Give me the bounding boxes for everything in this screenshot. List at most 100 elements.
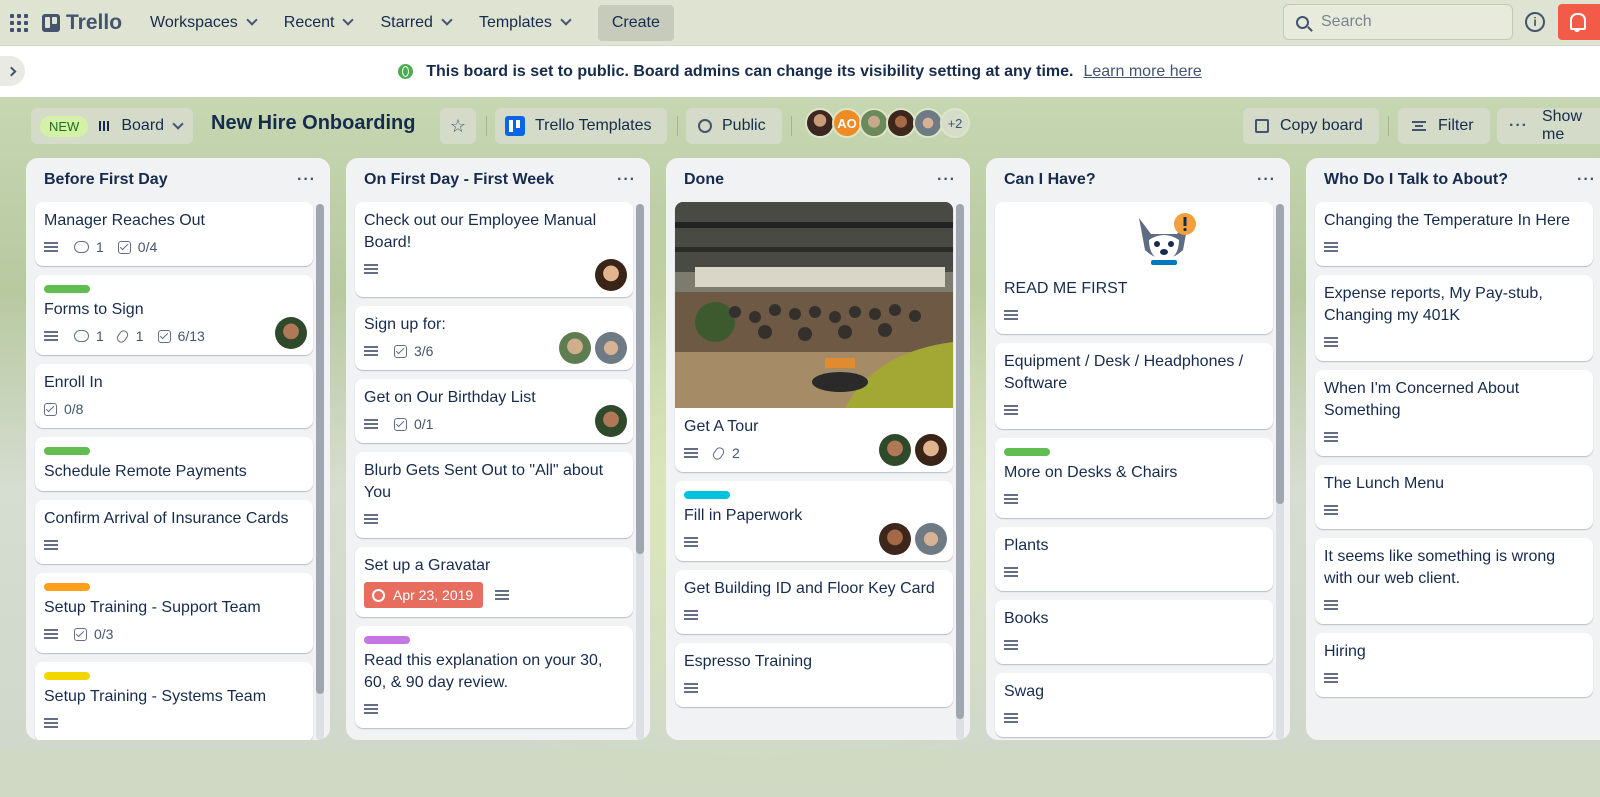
card[interactable]: Check out our Employee Manual Board! bbox=[355, 202, 633, 297]
card[interactable]: Sign up for: 3/6 bbox=[355, 306, 633, 370]
search-input[interactable]: Search bbox=[1283, 4, 1513, 40]
card[interactable]: Confirm Arrival of Insurance Cards bbox=[35, 500, 313, 564]
card-label-sky[interactable] bbox=[684, 491, 730, 499]
notifications-bell-icon[interactable] bbox=[1558, 4, 1600, 40]
avatar[interactable] bbox=[595, 405, 627, 437]
card[interactable]: Forms to Sign 1 1 6/13 bbox=[35, 275, 313, 355]
card-label-orange[interactable] bbox=[44, 583, 90, 591]
list-scrollbar[interactable] bbox=[636, 204, 644, 740]
avatar[interactable] bbox=[915, 434, 947, 466]
checklist-count: 0/1 bbox=[414, 416, 434, 432]
card[interactable]: More on Desks & Chairs bbox=[995, 438, 1273, 518]
card[interactable]: Get on Our Birthday List 0/1 bbox=[355, 379, 633, 443]
list-title[interactable]: Done bbox=[684, 171, 724, 189]
list-scrollbar[interactable] bbox=[316, 204, 324, 740]
list-title[interactable]: Can I Have? bbox=[1004, 171, 1096, 189]
list-menu-icon[interactable]: ··· bbox=[937, 171, 956, 189]
nav-recent[interactable]: Recent bbox=[272, 7, 365, 39]
copy-board-label: Copy board bbox=[1280, 117, 1363, 134]
list-title[interactable]: On First Day - First Week bbox=[364, 171, 554, 189]
list-header[interactable]: Done ··· bbox=[666, 158, 970, 202]
card[interactable]: The Lunch Menu bbox=[1315, 465, 1593, 529]
copy-board-button[interactable]: Copy board bbox=[1243, 108, 1379, 144]
card[interactable]: Fill in Paperwork bbox=[675, 481, 953, 561]
filter-button[interactable]: Filter bbox=[1398, 108, 1490, 144]
board-view-switcher[interactable]: NEW Board bbox=[31, 108, 193, 144]
card-label-green[interactable] bbox=[1004, 448, 1050, 456]
card[interactable]: Set up a Gravatar Apr 23, 2019 bbox=[355, 547, 633, 617]
nav-recent-label: Recent bbox=[283, 13, 335, 31]
info-icon[interactable]: i bbox=[1525, 12, 1545, 32]
star-board-button[interactable]: ☆ bbox=[440, 108, 476, 144]
list-header[interactable]: Who Do I Talk to About? ··· bbox=[1306, 158, 1600, 202]
list-title[interactable]: Who Do I Talk to About? bbox=[1324, 171, 1508, 189]
list-scrollbar[interactable] bbox=[1276, 204, 1284, 740]
card[interactable]: It seems like something is wrong with ou… bbox=[1315, 538, 1593, 624]
card[interactable]: Espresso Training bbox=[675, 643, 953, 707]
card[interactable]: Get A Tour 2 bbox=[675, 202, 953, 472]
list-menu-icon[interactable]: ··· bbox=[617, 171, 636, 189]
card-label-green[interactable] bbox=[44, 447, 90, 455]
card[interactable]: READ ME FIRST bbox=[995, 202, 1273, 334]
card-label-yellow[interactable] bbox=[44, 672, 90, 680]
card[interactable]: Books bbox=[995, 600, 1273, 664]
avatar[interactable] bbox=[805, 108, 835, 138]
nav-workspaces[interactable]: Workspaces bbox=[138, 7, 268, 39]
list-title[interactable]: Before First Day bbox=[44, 171, 168, 189]
card[interactable]: Read this explanation on your 30, 60, & … bbox=[355, 626, 633, 728]
card[interactable]: Swag bbox=[995, 673, 1273, 737]
nav-starred[interactable]: Starred bbox=[368, 7, 462, 39]
card[interactable]: Equipment / Desk / Headphones / Software bbox=[995, 343, 1273, 429]
due-date-badge[interactable]: Apr 23, 2019 bbox=[364, 582, 484, 608]
avatar[interactable] bbox=[275, 317, 307, 349]
list-menu-icon[interactable]: ··· bbox=[297, 171, 316, 189]
avatar[interactable]: AO bbox=[832, 108, 862, 138]
trello-templates-button[interactable]: Trello Templates bbox=[495, 108, 667, 144]
list-header[interactable]: Can I Have? ··· bbox=[986, 158, 1290, 202]
more-members-button[interactable]: +2 bbox=[940, 108, 970, 138]
avatar[interactable] bbox=[915, 523, 947, 555]
trello-logo[interactable]: Trello bbox=[42, 11, 122, 35]
show-menu-button[interactable]: ··· Show me bbox=[1497, 108, 1600, 144]
search-icon bbox=[1296, 15, 1309, 29]
checklist-icon bbox=[394, 417, 407, 431]
avatar[interactable] bbox=[559, 332, 591, 364]
avatar[interactable] bbox=[595, 332, 627, 364]
list-header[interactable]: On First Day - First Week ··· bbox=[346, 158, 650, 202]
card[interactable]: Blurb Gets Sent Out to "All" about You bbox=[355, 452, 633, 538]
list-on-first-day: On First Day - First Week ··· Check out o… bbox=[346, 158, 650, 740]
card[interactable]: Manager Reaches Out 1 0/4 bbox=[35, 202, 313, 266]
avatar[interactable] bbox=[595, 259, 627, 291]
chevron-down-icon bbox=[560, 14, 572, 26]
card[interactable]: Setup Training - Systems Team bbox=[35, 662, 313, 740]
learn-more-link[interactable]: Learn more here bbox=[1083, 63, 1201, 81]
card-label-purple[interactable] bbox=[364, 636, 410, 644]
card[interactable]: Hiring bbox=[1315, 633, 1593, 697]
avatar[interactable] bbox=[879, 434, 911, 466]
card-title: Setup Training - Systems Team bbox=[44, 688, 267, 705]
card[interactable]: Enroll In 0/8 bbox=[35, 364, 313, 428]
card[interactable]: Changing the Temperature In Here bbox=[1315, 202, 1593, 266]
card[interactable]: Schedule Remote Payments bbox=[35, 437, 313, 491]
avatar[interactable] bbox=[913, 108, 943, 138]
nav-templates[interactable]: Templates bbox=[467, 7, 582, 39]
banner-text: This board is set to public. Board admin… bbox=[426, 62, 1074, 80]
avatar[interactable] bbox=[886, 108, 916, 138]
card[interactable]: Expense reports, My Pay-stub, Changing m… bbox=[1315, 275, 1593, 361]
card-label-green[interactable] bbox=[44, 285, 90, 293]
card[interactable]: Plants bbox=[995, 527, 1273, 591]
app-switcher-icon[interactable] bbox=[10, 13, 28, 32]
list-menu-icon[interactable]: ··· bbox=[1577, 171, 1596, 189]
card[interactable]: Get Building ID and Floor Key Card bbox=[675, 570, 953, 634]
list-header[interactable]: Before First Day ··· bbox=[26, 158, 330, 202]
avatar[interactable] bbox=[879, 523, 911, 555]
avatar[interactable] bbox=[859, 108, 889, 138]
visibility-button[interactable]: Public bbox=[686, 108, 782, 144]
card[interactable]: Setup Training - Support Team 0/3 bbox=[35, 573, 313, 653]
card[interactable]: When I'm Concerned About Something bbox=[1315, 370, 1593, 456]
list-menu-icon[interactable]: ··· bbox=[1257, 171, 1276, 189]
create-button[interactable]: Create bbox=[597, 4, 674, 41]
board-title[interactable]: New Hire Onboarding bbox=[211, 112, 415, 135]
visibility-label: Public bbox=[722, 117, 766, 134]
list-scrollbar[interactable] bbox=[956, 204, 964, 740]
